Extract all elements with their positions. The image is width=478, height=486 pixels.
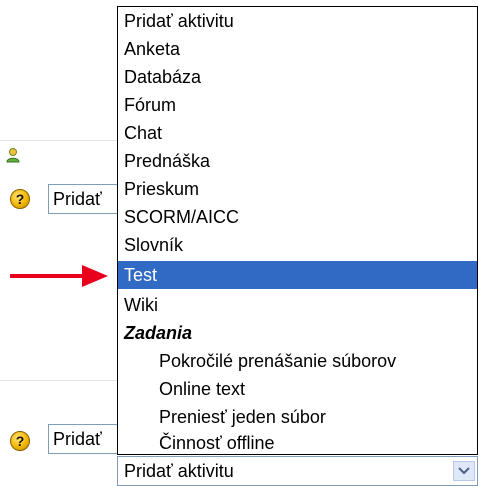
option-add-activity[interactable]: Pridať aktivitu xyxy=(118,9,477,33)
option-advanced-upload[interactable]: Pokročilé prenášanie súborov xyxy=(118,349,477,373)
option-anketa[interactable]: Anketa xyxy=(118,37,477,61)
section-divider xyxy=(0,140,120,141)
red-arrow-icon xyxy=(10,265,108,287)
option-online-text[interactable]: Online text xyxy=(118,377,477,401)
option-chat[interactable]: Chat xyxy=(118,121,477,145)
option-single-file-upload[interactable]: Preniesť jeden súbor xyxy=(118,405,477,429)
add-activity-select-bottom[interactable]: Pridať xyxy=(48,424,128,454)
option-offline-activity[interactable]: Činnosť offline xyxy=(118,431,477,454)
option-prednaska[interactable]: Prednáška xyxy=(118,149,477,173)
option-wiki[interactable]: Wiki xyxy=(118,293,477,317)
add-activity-select[interactable]: Pridať aktivitu xyxy=(117,456,478,486)
activity-dropdown-list[interactable]: Pridať aktivitu Anketa Databáza Fórum Ch… xyxy=(117,6,478,455)
option-prieskum[interactable]: Prieskum xyxy=(118,177,477,201)
option-test[interactable]: Test xyxy=(118,261,477,289)
user-icon xyxy=(6,148,20,163)
option-databaza[interactable]: Databáza xyxy=(118,65,477,89)
optgroup-zadania: Zadania xyxy=(124,323,193,343)
select-value: Pridať aktivitu xyxy=(124,461,234,481)
option-forum[interactable]: Fórum xyxy=(118,93,477,117)
help-icon[interactable]: ? xyxy=(10,431,30,451)
help-icon[interactable]: ? xyxy=(10,189,30,209)
chevron-down-icon xyxy=(458,467,470,475)
section-divider xyxy=(0,380,120,381)
add-activity-select-top[interactable]: Pridať xyxy=(48,184,128,214)
dropdown-button[interactable] xyxy=(453,461,475,481)
option-slovnik[interactable]: Slovník xyxy=(118,233,477,257)
option-scorm-aicc[interactable]: SCORM/AICC xyxy=(118,205,477,229)
